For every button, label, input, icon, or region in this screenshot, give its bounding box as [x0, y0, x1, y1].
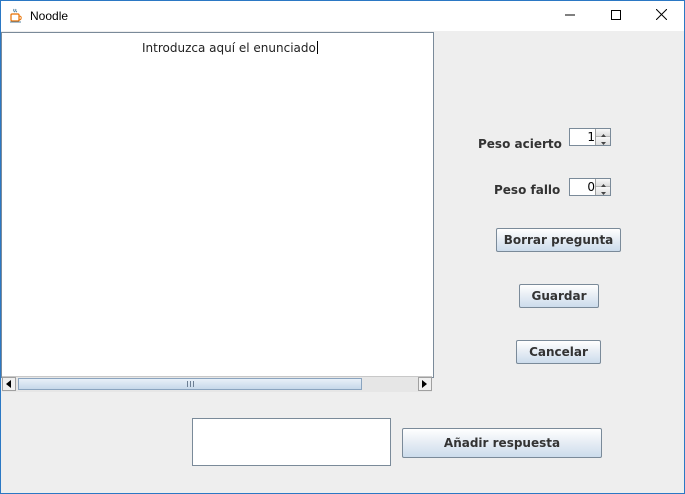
- minimize-icon: [565, 7, 575, 25]
- peso-acierto-spinner[interactable]: 1: [569, 128, 611, 146]
- question-text: Introduzca aquí el enunciado: [142, 41, 318, 55]
- grip-line: [189, 381, 191, 387]
- peso-acierto-value[interactable]: 1: [587, 130, 595, 144]
- scroll-thumb[interactable]: [18, 378, 362, 390]
- chevron-down-icon: [600, 132, 606, 150]
- answer-input[interactable]: [192, 418, 391, 466]
- horizontal-scrollbar[interactable]: [2, 376, 432, 392]
- text-caret: [316, 41, 318, 54]
- chevron-down-icon: [600, 182, 606, 200]
- title-bar[interactable]: Noodle: [1, 1, 684, 31]
- grip-line: [186, 381, 188, 387]
- guardar-button[interactable]: Guardar: [519, 284, 599, 308]
- close-icon: [655, 7, 667, 25]
- spinner-buttons: [595, 129, 610, 145]
- grip-line: [192, 381, 194, 387]
- maximize-button[interactable]: [593, 1, 639, 31]
- minimize-button[interactable]: [547, 1, 593, 31]
- spinner-down-button[interactable]: [596, 137, 610, 145]
- peso-fallo-spinner[interactable]: 0: [569, 178, 611, 196]
- borrar-pregunta-button[interactable]: Borrar pregunta: [496, 228, 621, 252]
- maximize-icon: [611, 7, 621, 25]
- arrow-left-icon: [6, 375, 12, 393]
- close-button[interactable]: [638, 1, 684, 31]
- spinner-buttons: [595, 179, 610, 195]
- question-text-area[interactable]: Introduzca aquí el enunciado: [1, 32, 434, 378]
- cancelar-button[interactable]: Cancelar: [516, 340, 601, 364]
- peso-fallo-value[interactable]: 0: [587, 180, 595, 194]
- java-cup-icon: [9, 8, 24, 23]
- spinner-down-button[interactable]: [596, 187, 610, 195]
- window-title: Noodle: [30, 9, 69, 23]
- peso-fallo-label: Peso fallo: [494, 183, 561, 197]
- arrow-right-icon: [422, 375, 428, 393]
- peso-acierto-label: Peso acierto: [478, 137, 562, 151]
- scroll-right-button[interactable]: [418, 377, 432, 391]
- anadir-respuesta-button[interactable]: Añadir respuesta: [402, 428, 602, 458]
- application-window: Noodle Introduzca aquí el enunciado Peso…: [0, 0, 685, 494]
- scroll-left-button[interactable]: [2, 377, 16, 391]
- content-pane: Introduzca aquí el enunciado Peso aciert…: [1, 31, 684, 493]
